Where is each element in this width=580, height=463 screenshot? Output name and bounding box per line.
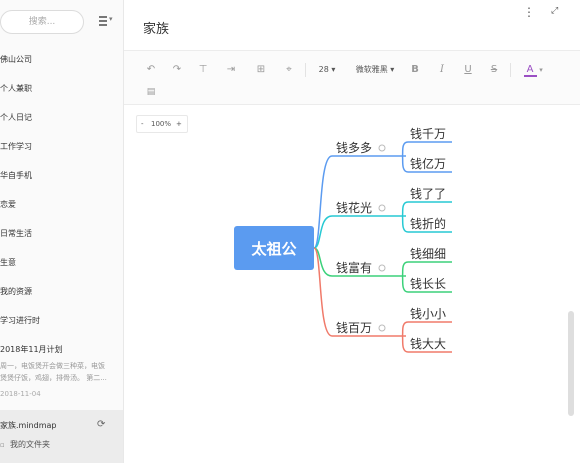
collapse-toggle-icon[interactable] <box>378 264 386 272</box>
child-node-label: 钱折的 <box>410 216 446 231</box>
mindmap-branch-node[interactable]: 钱百万 <box>336 320 386 335</box>
folder-icon: ▫ <box>0 441 5 449</box>
branch-link <box>313 215 406 249</box>
mindmap-branch-node[interactable]: 钱花光 <box>336 200 386 215</box>
mindmap-child-node[interactable]: 钱千万 <box>410 126 446 141</box>
mindmap-canvas[interactable]: - 100% + 太祖公 钱多多 钱千万 钱亿万 钱花光 钱了了 钱折的 钱富有 钱细细 钱长长钱… <box>124 106 580 463</box>
font-size-select[interactable]: 28 ▾ <box>315 63 339 77</box>
note-title: 家族.mindmap <box>0 421 57 430</box>
sidebar-item-label: 佛山公司 <box>0 55 32 64</box>
child-node-label: 钱小小 <box>410 306 446 321</box>
mindmap-child-node[interactable]: 钱细细 <box>410 246 446 261</box>
note-icon[interactable]: ▤ <box>144 85 158 99</box>
child-node-label: 钱亿万 <box>410 156 446 171</box>
italic-button[interactable]: I <box>436 63 448 77</box>
mindmap-child-node[interactable]: 钱折的 <box>410 216 446 231</box>
sidebar-item-label: 个人兼职 <box>0 84 32 93</box>
note-preview-line: 煲煲仔饭，鸡翅，排骨汤。 第二... <box>0 374 107 382</box>
expand-icon[interactable]: ⤢ <box>551 6 558 16</box>
note-preview-line: 周一，电饭煲开会做三种菜，电饭 <box>0 362 105 370</box>
sidebar-item-label: 恋爱 <box>0 200 16 209</box>
chevron-down-icon[interactable]: ▾ <box>537 63 545 77</box>
font-color-swatch <box>524 75 537 77</box>
sidebar-item-love[interactable]: 恋爱 <box>0 195 123 215</box>
sidebar-item-learning[interactable]: 学习进行时 <box>0 311 123 331</box>
sidebar-item-resources[interactable]: 我的资源 <box>0 282 123 302</box>
mindmap-branch-node[interactable]: 钱富有 <box>336 260 386 275</box>
mindmap-svg: 太祖公 钱多多 钱千万钱亿万钱花光 钱了了钱折的钱富有 钱细细钱长长钱百万 钱小小钱大大 <box>234 126 452 353</box>
sidebar-item-label: 华自手机 <box>0 171 32 180</box>
branch-node-label: 钱百万 <box>336 320 372 335</box>
location-pin-icon[interactable]: ⌖ <box>282 63 296 77</box>
root-node-label: 太祖公 <box>251 240 296 258</box>
child-link <box>401 261 452 277</box>
mindmap-child-node[interactable]: 钱大大 <box>410 336 446 351</box>
mindmap-child-node[interactable]: 钱小小 <box>410 306 446 321</box>
page-title[interactable]: 家族 <box>143 18 169 37</box>
mindmap-branch-node[interactable]: 钱多多 <box>336 140 386 155</box>
mindmap-child-node[interactable]: 钱长长 <box>410 276 446 291</box>
child-link <box>401 201 452 217</box>
undo-icon[interactable]: ↶ <box>144 63 158 77</box>
child-node-label: 钱了了 <box>410 186 446 201</box>
sidebar-item-label: 工作学习 <box>0 142 32 151</box>
insert-sibling-icon[interactable]: ⇥ <box>222 63 240 77</box>
toolbar-divider <box>305 63 306 77</box>
branch-node-label: 钱富有 <box>336 260 372 275</box>
mindmap-nodes: 太祖公 钱多多 钱千万钱亿万钱花光 钱了了钱折的钱富有 钱细细钱长长钱百万 钱小小钱大大 <box>234 126 446 351</box>
child-link <box>401 141 452 157</box>
mindmap-child-node[interactable]: 钱亿万 <box>410 156 446 171</box>
font-family-value: 微软雅黑 <box>355 65 388 74</box>
underline-button[interactable]: U <box>462 63 474 77</box>
sidebar-item-label: 学习进行时 <box>0 316 40 325</box>
format-toolbar: ↶ ↷ ⊤ ⇥ ⊞ ⌖ 28 ▾ 微软雅黑 ▾ B I U S A ▾ ▤ <box>124 50 580 105</box>
chevron-down-icon: ▾ <box>109 15 113 23</box>
toolbar-divider <box>510 63 511 77</box>
redo-icon[interactable]: ↷ <box>170 63 184 77</box>
sort-menu-button[interactable]: ▾ <box>97 13 115 31</box>
strikethrough-button[interactable]: S <box>488 63 500 77</box>
sync-icon[interactable]: ⟳ <box>97 419 108 430</box>
collapse-toggle-icon[interactable] <box>378 324 386 332</box>
child-node-label: 钱千万 <box>410 126 446 141</box>
sidebar-item-label: 我的资源 <box>0 287 32 296</box>
sidebar-item-business[interactable]: 生意 <box>0 253 123 273</box>
sidebar-item-phone[interactable]: 华自手机 <box>0 166 123 186</box>
font-family-select[interactable]: 微软雅黑 ▾ <box>354 63 396 77</box>
sidebar: 搜索... ▾ 佛山公司 个人兼职 个人日记 工作学习 华自手机 恋爱 日常生活… <box>0 0 124 463</box>
note-item-plan[interactable]: 2018年11月计划 周一，电饭煲开会做三种菜，电饭 煲煲仔饭，鸡翅，排骨汤。 … <box>0 344 123 404</box>
font-color-label: A <box>526 64 534 75</box>
more-vertical-icon[interactable]: ⋮ <box>523 6 535 18</box>
sidebar-item-label: 个人日记 <box>0 113 32 122</box>
vertical-scrollbar[interactable] <box>568 311 574 416</box>
sidebar-item-daily-life[interactable]: 日常生活 <box>0 224 123 244</box>
child-node-label: 钱大大 <box>410 336 446 351</box>
mindmap-child-node[interactable]: 钱了了 <box>410 186 446 201</box>
font-size-value: 28 <box>318 65 329 74</box>
child-node-label: 钱细细 <box>410 246 446 261</box>
sidebar-item-work-study[interactable]: 工作学习 <box>0 137 123 157</box>
child-link <box>401 321 452 337</box>
sidebar-item-label: 生意 <box>0 258 16 267</box>
sidebar-item-part-time[interactable]: 个人兼职 <box>0 79 123 99</box>
editor-panel: 家族 ⋮ ⤢ ↶ ↷ ⊤ ⇥ ⊞ ⌖ 28 ▾ 微软雅黑 ▾ B I U S A… <box>124 0 580 463</box>
note-date: 2018-11-04 <box>0 390 41 398</box>
note-title: 2018年11月计划 <box>0 345 63 354</box>
child-node-label: 钱长长 <box>410 276 446 291</box>
search-input[interactable]: 搜索... <box>0 10 84 34</box>
sidebar-item-foshan-company[interactable]: 佛山公司 <box>0 50 123 70</box>
collapse-toggle-icon[interactable] <box>378 144 386 152</box>
insert-parent-icon[interactable]: ⊞ <box>252 63 270 77</box>
mindmap-root-node[interactable]: 太祖公 <box>234 226 314 270</box>
sidebar-item-diary[interactable]: 个人日记 <box>0 108 123 128</box>
collapse-toggle-icon[interactable] <box>378 204 386 212</box>
list-sort-icon <box>99 16 107 28</box>
insert-child-icon[interactable]: ⊤ <box>196 63 210 77</box>
sidebar-item-label: 日常生活 <box>0 229 32 238</box>
folder-label: 我的文件夹 <box>10 440 50 449</box>
note-item-active-mindmap[interactable]: 家族.mindmap ⟳ ▫ 我的文件夹 <box>0 410 123 463</box>
branch-node-label: 钱多多 <box>336 140 372 155</box>
bold-button[interactable]: B <box>409 63 421 77</box>
branch-node-label: 钱花光 <box>336 200 372 215</box>
